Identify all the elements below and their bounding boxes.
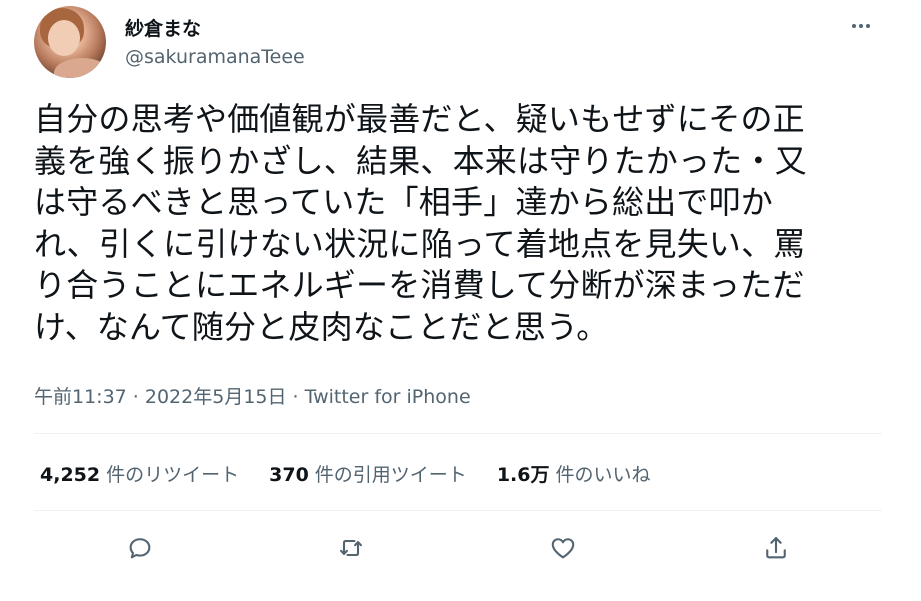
- more-dot: [866, 24, 870, 28]
- quote-count: 370: [269, 464, 309, 486]
- like-label: 件のいいね: [555, 464, 651, 486]
- tweet-card: 紗倉まな @sakuramanaTeee 自分の思考や価値観が最善だと、疑いもせ…: [0, 0, 921, 601]
- reply-icon: [129, 538, 151, 559]
- quote-count-link[interactable]: 370 件の引用ツイート: [269, 460, 467, 487]
- user-handle[interactable]: @sakuramanaTeee: [125, 46, 305, 68]
- share-icon: [766, 537, 786, 559]
- tweet-meta: 午前11:37 · 2022年5月15日 · Twitter for iPhon…: [34, 382, 471, 409]
- quote-label: 件の引用ツイート: [314, 464, 467, 486]
- tweet-text-line: は守るべきと思っていた「相手」達から総出で叩か: [34, 183, 774, 221]
- like-button[interactable]: [543, 528, 583, 568]
- like-count: 1.6万: [496, 464, 550, 486]
- more-dot: [859, 24, 863, 28]
- like-count-link[interactable]: 1.6万 件のいいね: [497, 460, 651, 487]
- like-icon: [551, 538, 575, 559]
- retweet-label: 件のリツイート: [106, 464, 240, 486]
- tweet-text-line: け、なんて随分と皮肉なことだと思う。: [34, 307, 609, 346]
- divider: [34, 510, 882, 511]
- tweet-actions: [34, 528, 882, 568]
- more-dot: [852, 24, 856, 28]
- tweet-stats: 4,252 件のリツイート 370 件の引用ツイート 1.6万 件のいいね: [40, 460, 651, 487]
- reply-button[interactable]: [120, 528, 160, 568]
- avatar-face: [48, 20, 80, 56]
- retweet-count: 4,252: [40, 464, 101, 486]
- tweet-text-line: 義を強く振りかざし、結果、本来は守りたかった・又: [34, 141, 807, 180]
- tweet-text-line: 自分の思考や価値観が最善だと、疑いもせずにその正: [34, 100, 805, 138]
- retweet-icon: [340, 539, 362, 557]
- tweet-text-line: れ、引くに引けない状況に陥って着地点を見失い、罵: [34, 224, 806, 263]
- tweet-timestamp[interactable]: 午前11:37 · 2022年5月15日 ·: [34, 386, 305, 408]
- display-name[interactable]: 紗倉まな: [125, 14, 201, 41]
- more-icon[interactable]: [846, 14, 876, 38]
- divider: [34, 433, 882, 434]
- tweet-source[interactable]: Twitter for iPhone: [305, 386, 471, 408]
- tweet-text-line: り合うことにエネルギーを消費して分断が深まっただ: [34, 266, 805, 304]
- avatar-shoulder: [54, 58, 106, 78]
- tweet-text: 自分の思考や価値観が最善だと、疑いもせずにその正 義を強く振りかざし、結果、本来…: [34, 99, 884, 348]
- retweet-count-link[interactable]: 4,252 件のリツイート: [40, 460, 239, 487]
- avatar[interactable]: [34, 6, 106, 78]
- tweet-header: 紗倉まな @sakuramanaTeee: [34, 6, 884, 82]
- share-button[interactable]: [756, 528, 796, 568]
- retweet-button[interactable]: [331, 528, 371, 568]
